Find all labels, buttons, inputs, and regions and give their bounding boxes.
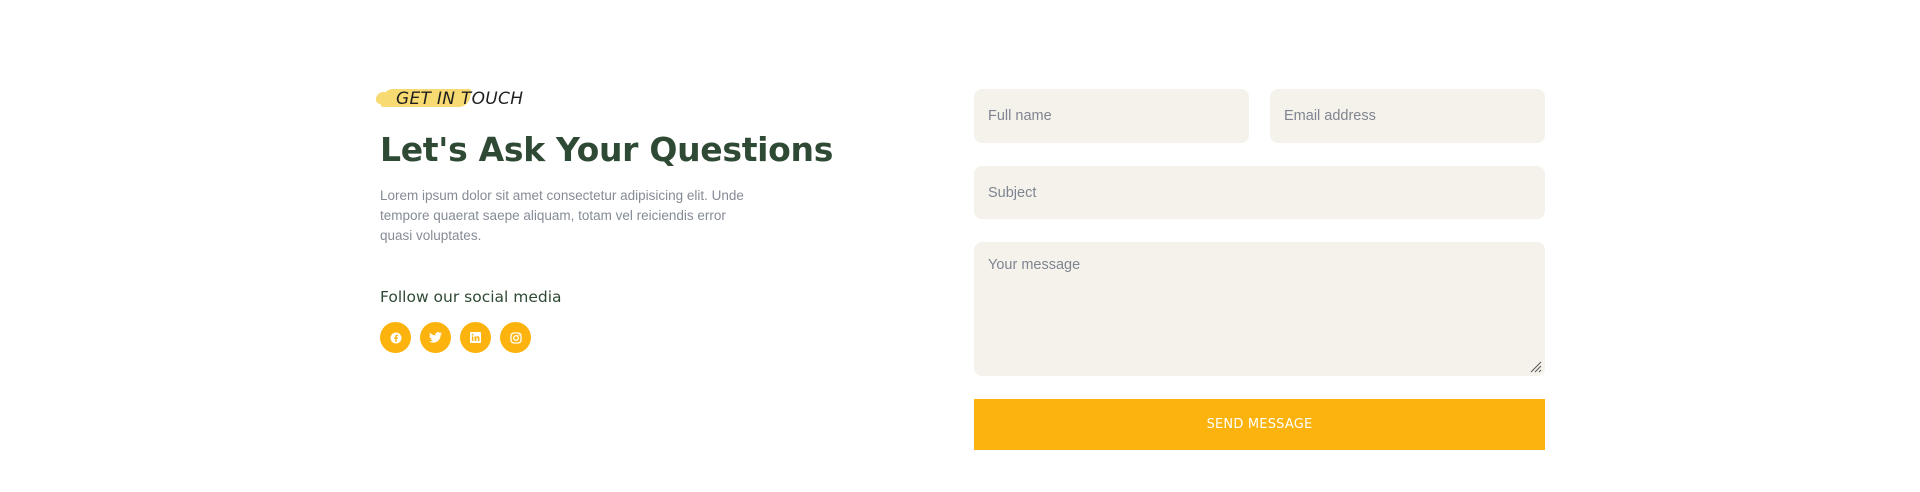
twitter-icon (429, 332, 442, 343)
message-textarea[interactable] (974, 242, 1545, 376)
facebook-link[interactable] (380, 322, 411, 353)
facebook-icon (390, 332, 401, 343)
subject-row (974, 166, 1545, 219)
instagram-link[interactable] (500, 322, 531, 353)
full-name-input[interactable] (974, 89, 1249, 143)
resize-handle-icon[interactable] (1530, 361, 1542, 373)
subject-input[interactable] (974, 166, 1545, 219)
contact-info: GET IN TOUCH Let's Ask Your Questions Lo… (380, 86, 834, 353)
linkedin-icon (470, 332, 481, 343)
social-links (380, 322, 780, 353)
eyebrow-text: GET IN TOUCH (396, 89, 524, 109)
twitter-link[interactable] (420, 322, 451, 353)
linkedin-link[interactable] (460, 322, 491, 353)
instagram-icon (509, 331, 522, 344)
name-email-row (974, 89, 1545, 143)
email-input[interactable] (1270, 89, 1545, 143)
social-heading: Follow our social media (380, 288, 562, 306)
section-heading: Let's Ask Your Questions (380, 130, 834, 169)
eyebrow-label: GET IN TOUCH (380, 86, 524, 112)
contact-form: SEND MESSAGE (974, 89, 1545, 450)
message-wrapper (974, 242, 1545, 376)
send-message-button[interactable]: SEND MESSAGE (974, 399, 1545, 450)
intro-paragraph: Lorem ipsum dolor sit amet consectetur a… (380, 188, 744, 243)
